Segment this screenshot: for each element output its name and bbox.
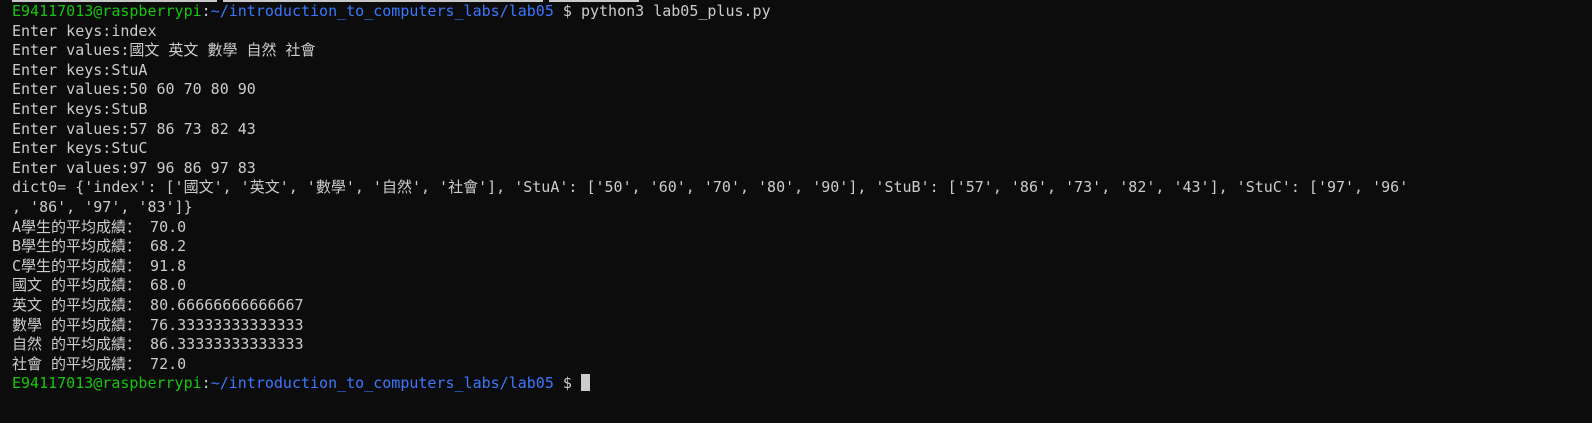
prompt-line-current[interactable]: E94117013@raspberrypi:~/introduction_to_… (12, 374, 1592, 394)
output-line-dict-wrap: , '86', '97', '83']} (12, 197, 193, 216)
output-line: Enter values:97 96 86 97 83 (12, 158, 256, 177)
output-line: Enter keys:StuB (12, 99, 148, 118)
clipped-previous-line (12, 0, 645, 3)
output-line: Enter keys:StuA (12, 60, 148, 79)
prompt-path: ~/introduction_to_computers_labs/lab05 (210, 374, 554, 393)
output-line-average: 社會 的平均成績： 72.0 (12, 354, 187, 373)
prompt-line-command: E94117013@raspberrypi:~/introduction_to_… (12, 2, 1592, 22)
output-line-average: 國文 的平均成績： 68.0 (12, 276, 187, 295)
prompt-separator: : (201, 2, 211, 20)
output-line: Enter keys:StuC (12, 139, 148, 158)
prompt-separator: : (201, 374, 211, 393)
terminal-window[interactable]: E94117013@raspberrypi:~/introduction_to_… (0, 0, 1592, 423)
text-cursor[interactable] (580, 374, 590, 392)
prompt-path: ~/introduction_to_computers_labs/lab05 (210, 2, 554, 20)
prompt-symbol: $ (553, 374, 581, 393)
output-line: Enter values:國文 英文 數學 自然 社會 (12, 41, 316, 60)
output-line-average: A學生的平均成績： 70.0 (12, 217, 187, 236)
output-line: Enter values:50 60 70 80 90 (12, 80, 256, 99)
command-text: python3 lab05_plus.py (580, 2, 771, 20)
output-line-dict: dict0= {'index': ['國文', '英文', '數學', '自然'… (12, 178, 1409, 197)
output-line-average: 自然 的平均成績： 86.33333333333333 (12, 335, 304, 354)
output-line-average: B學生的平均成績： 68.2 (12, 237, 187, 256)
prompt-user-host: E94117013@raspberrypi (12, 374, 202, 393)
output-line: Enter keys:index (12, 21, 157, 40)
output-line-average: C學生的平均成績： 91.8 (12, 256, 187, 275)
output-line-average: 英文 的平均成績： 80.66666666666667 (12, 295, 304, 314)
output-line: Enter values:57 86 73 82 43 (12, 119, 256, 138)
output-line-average: 數學 的平均成績： 76.33333333333333 (12, 315, 304, 334)
prompt-user-host: E94117013@raspberrypi (12, 2, 202, 20)
prompt-symbol: $ (553, 2, 581, 20)
